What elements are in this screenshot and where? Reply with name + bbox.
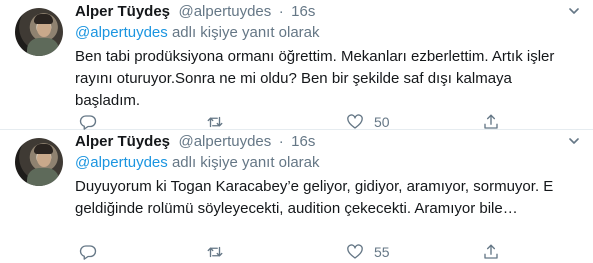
share-button[interactable] (482, 243, 500, 261)
retweet-icon (207, 116, 223, 128)
share-icon (484, 114, 498, 129)
share-button[interactable] (482, 113, 500, 131)
chevron-down-icon[interactable] (569, 6, 579, 16)
avatar[interactable] (15, 8, 63, 56)
reply-icon (79, 245, 97, 260)
tweet-actions: 55 (75, 243, 515, 263)
retweet-icon (207, 246, 223, 258)
tweet-text: Duyuyorum ki Togan Karacabey’e geliyor, … (75, 178, 554, 217)
reply-suffix: adlı kişiye yanıt olarak (171, 154, 320, 171)
user-handle[interactable]: @alpertuydes (178, 3, 271, 20)
reply-icon (79, 115, 97, 130)
like-count: 55 (374, 244, 390, 260)
like-button[interactable]: 50 (346, 113, 390, 131)
share-icon (484, 244, 498, 259)
timestamp[interactable]: 16s (291, 133, 315, 150)
chevron-down-icon[interactable] (569, 136, 579, 146)
reply-button[interactable] (79, 243, 97, 261)
replying-to: @alpertuydes adlı kişiye yanıt olarak (75, 24, 320, 41)
display-name[interactable]: Alper Tüydeş (75, 3, 170, 20)
replying-to: @alpertuydes adlı kişiye yanıt olarak (75, 154, 320, 171)
separator: · (278, 133, 284, 150)
avatar[interactable] (15, 138, 63, 186)
display-name[interactable]: Alper Tüydeş (75, 133, 170, 150)
like-count: 50 (374, 114, 390, 130)
tweet-header: Alper Tüydeş @alpertuydes · 16s (75, 133, 315, 153)
heart-icon (347, 244, 363, 259)
tweet-text: Ben tabi prodüksiyona ormanı öğrettim. M… (75, 48, 555, 109)
reply-mention-link[interactable]: @alpertuydes (75, 154, 168, 171)
reply-button[interactable] (79, 113, 97, 131)
tweet[interactable]: Alper Tüydeş @alpertuydes · 16s @alpertu… (0, 130, 593, 262)
user-handle[interactable]: @alpertuydes (178, 133, 271, 150)
reply-suffix: adlı kişiye yanıt olarak (171, 24, 320, 41)
timestamp[interactable]: 16s (291, 3, 315, 20)
like-button[interactable]: 55 (346, 243, 390, 261)
tweet[interactable]: Alper Tüydeş @alpertuydes · 16s @alpertu… (0, 0, 593, 130)
tweet-header: Alper Tüydeş @alpertuydes · 16s (75, 3, 315, 23)
tweet-list: Alper Tüydeş @alpertuydes · 16s @alpertu… (0, 0, 593, 262)
retweet-button[interactable] (206, 113, 224, 131)
separator: · (278, 3, 284, 20)
retweet-button[interactable] (206, 243, 224, 261)
heart-icon (347, 114, 363, 129)
reply-mention-link[interactable]: @alpertuydes (75, 24, 168, 41)
